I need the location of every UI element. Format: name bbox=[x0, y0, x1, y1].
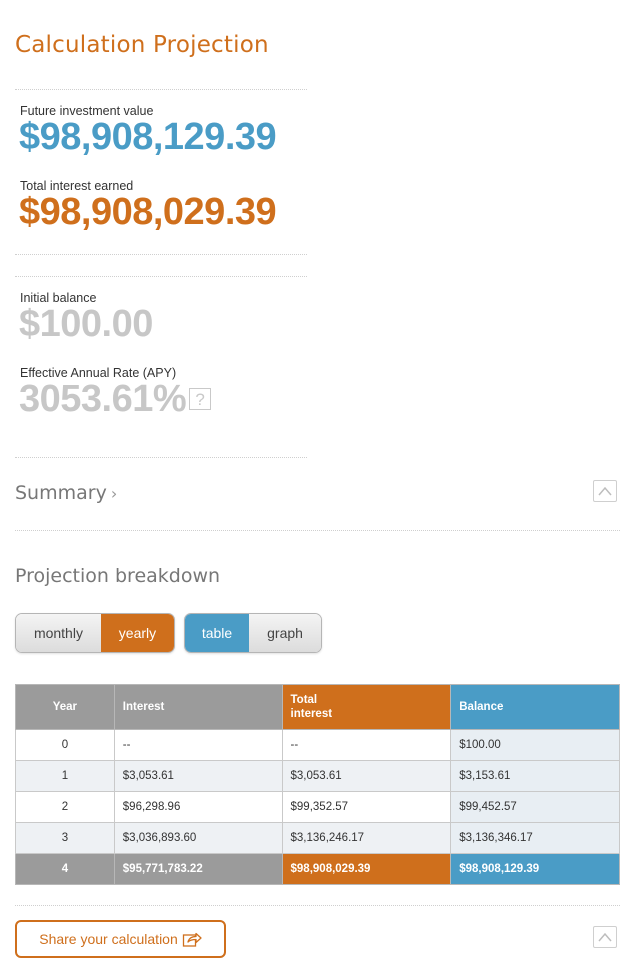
table-row-final: 4 $95,771,783.22 $98,908,029.39 $98,908,… bbox=[15, 853, 620, 885]
divider bbox=[15, 254, 307, 255]
cell-year: 2 bbox=[15, 791, 115, 823]
page-title: Calculation Projection bbox=[15, 32, 269, 58]
table-row: 2 $96,298.96 $99,352.57 $99,452.57 bbox=[15, 791, 620, 823]
chevron-up-icon bbox=[598, 932, 612, 942]
header-year: Year bbox=[15, 684, 115, 730]
share-arrow-icon bbox=[182, 932, 202, 947]
cell-total-interest: $99,352.57 bbox=[281, 791, 452, 823]
share-calculation-button[interactable]: Share your calculation bbox=[15, 920, 226, 958]
table-row: 1 $3,053.61 $3,053.61 $3,153.61 bbox=[15, 760, 620, 792]
yearly-option[interactable]: yearly bbox=[100, 614, 174, 652]
divider bbox=[15, 530, 620, 531]
chevron-right-icon: › bbox=[110, 484, 118, 503]
cell-year: 3 bbox=[15, 822, 115, 854]
cell-year: 1 bbox=[15, 760, 115, 792]
table-row: 3 $3,036,893.60 $3,136,246.17 $3,136,346… bbox=[15, 822, 620, 854]
header-total-interest: Total interest bbox=[281, 684, 452, 730]
view-toggle: table graph bbox=[184, 613, 322, 653]
initial-balance-value: $100.00 bbox=[19, 303, 153, 345]
cell-balance: $3,153.61 bbox=[450, 760, 620, 792]
projection-table: Year Interest Total interest Balance 0 -… bbox=[15, 684, 620, 885]
header-balance: Balance bbox=[450, 684, 620, 730]
future-value: $98,908,129.39 bbox=[19, 116, 277, 158]
chevron-up-icon bbox=[598, 486, 612, 496]
table-option[interactable]: table bbox=[185, 614, 250, 652]
share-label: Share your calculation bbox=[39, 931, 178, 947]
monthly-option[interactable]: monthly bbox=[16, 614, 101, 652]
cell-year: 0 bbox=[15, 729, 115, 761]
apy-value: 3053.61% bbox=[19, 378, 187, 420]
question-icon[interactable]: ? bbox=[189, 388, 212, 410]
cell-balance: $98,908,129.39 bbox=[450, 853, 620, 885]
cell-year: 4 bbox=[15, 853, 115, 885]
header-interest: Interest bbox=[113, 684, 283, 730]
cell-interest: $96,298.96 bbox=[113, 791, 283, 823]
total-interest-value: $98,908,029.39 bbox=[19, 191, 277, 233]
cell-total-interest: -- bbox=[281, 729, 452, 761]
summary-label: Summary bbox=[15, 482, 107, 504]
cell-balance: $100.00 bbox=[450, 729, 620, 761]
cell-balance: $3,136,346.17 bbox=[450, 822, 620, 854]
table-header-row: Year Interest Total interest Balance bbox=[15, 684, 620, 730]
divider bbox=[15, 905, 620, 906]
apy-value-row: 3053.61%? bbox=[19, 378, 212, 421]
table-row: 0 -- -- $100.00 bbox=[15, 729, 620, 761]
summary-collapse-button[interactable] bbox=[593, 480, 617, 502]
period-toggle: monthly yearly bbox=[15, 613, 175, 653]
divider bbox=[15, 276, 307, 277]
graph-option[interactable]: graph bbox=[249, 614, 321, 652]
cell-total-interest: $3,136,246.17 bbox=[281, 822, 452, 854]
cell-interest: $3,036,893.60 bbox=[113, 822, 283, 854]
summary-toggle[interactable]: Summary › bbox=[15, 482, 117, 504]
projection-breakdown-title: Projection breakdown bbox=[15, 565, 221, 587]
cell-total-interest: $3,053.61 bbox=[281, 760, 452, 792]
divider bbox=[15, 457, 307, 458]
cell-interest: -- bbox=[113, 729, 283, 761]
cell-total-interest: $98,908,029.39 bbox=[281, 853, 452, 885]
cell-balance: $99,452.57 bbox=[450, 791, 620, 823]
cell-interest: $95,771,783.22 bbox=[113, 853, 283, 885]
divider bbox=[15, 89, 307, 90]
page-collapse-button[interactable] bbox=[593, 926, 617, 948]
cell-interest: $3,053.61 bbox=[113, 760, 283, 792]
